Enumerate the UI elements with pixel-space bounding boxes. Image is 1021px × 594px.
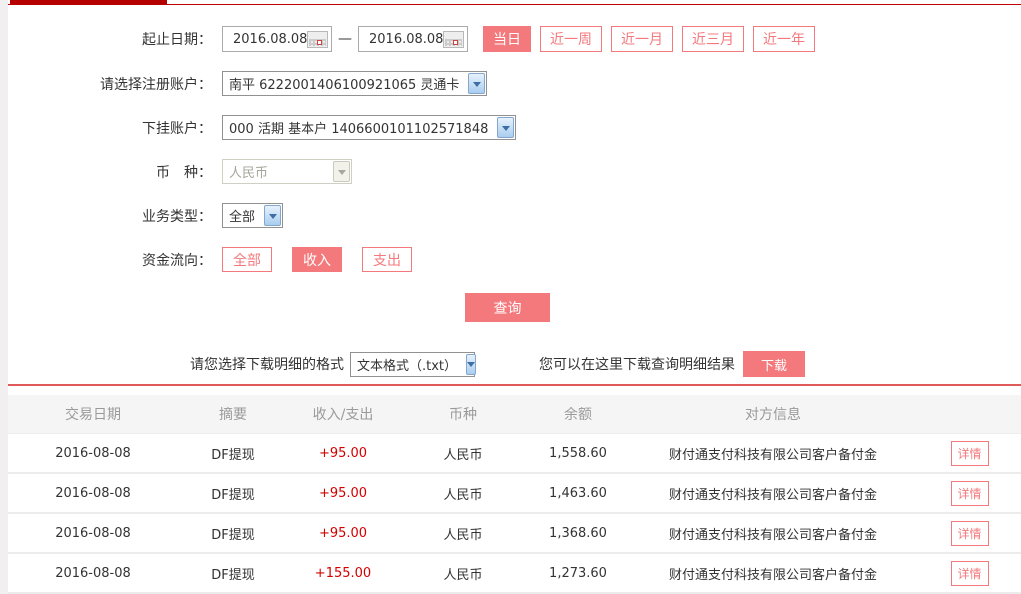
cell-summary: DF提现 [178,524,288,543]
register-account-select[interactable]: 南平 6222001406100921065 灵通卡 [222,71,487,96]
business-type-label: 业务类型： [8,206,212,226]
cell-counterparty: 财付通支付科技有限公司客户备付金 [628,444,918,463]
cell-currency: 人民币 [398,564,528,583]
header-summary: 摘要 [178,404,288,424]
fund-flow-all-button[interactable]: 全部 [222,247,272,272]
business-type-row: 业务类型： 全部 [8,203,1021,228]
chevron-down-icon[interactable] [468,73,485,94]
download-format-value: 文本格式（.txt） [351,355,465,374]
currency-value: 人民币 [223,162,276,181]
query-form: 起止日期： 2016.08.08 — 2016.08.08 [8,0,1021,377]
cell-amount: +95.00 [288,486,398,501]
sub-account-select[interactable]: 000 活期 基本户 1406600101102571848 [222,115,516,140]
header-in-out: 收入/支出 [288,404,398,424]
download-format-label: 请您选择下载明细的格式 [190,354,344,374]
calendar-icon[interactable] [307,31,328,48]
end-date-value: 2016.08.08 [369,32,443,47]
table-row: 2016-08-08 DF提现 +95.00 人民币 1,463.60 财付通支… [8,474,1021,514]
fund-flow-row: 资金流向： 全部 收入 支出 [8,247,1021,272]
fund-flow-label: 资金流向： [8,250,212,270]
header-balance: 余额 [528,404,628,424]
date-range-label: 起止日期： [8,29,212,49]
cell-balance: 1,273.60 [528,566,628,581]
header-date: 交易日期 [8,404,178,424]
currency-label: 币 种： [8,162,212,182]
fund-flow-income-button[interactable]: 收入 [292,247,342,272]
cell-date: 2016-08-08 [8,526,178,541]
table-row: 2016-08-08 DF提现 +95.00 人民币 1,558.60 财付通支… [8,434,1021,474]
header-currency: 币种 [398,404,528,424]
table-row: 2016-08-08 DF提现 +155.00 人民币 1,273.60 财付通… [8,554,1021,594]
download-format-select[interactable]: 文本格式（.txt） [350,352,475,377]
active-tab-indicator [10,0,167,5]
download-hint: 您可以在这里下载查询明细结果 [539,354,735,374]
query-panel: 起止日期： 2016.08.08 — 2016.08.08 [8,0,1021,588]
cell-date: 2016-08-08 [8,566,178,581]
chevron-down-icon[interactable] [466,354,476,375]
calendar-icon[interactable] [443,31,464,48]
chevron-down-icon[interactable] [497,117,514,138]
detail-button[interactable]: 详情 [951,521,989,546]
header-counterparty: 对方信息 [628,404,918,424]
quick-range-year-button[interactable]: 近一年 [753,26,815,52]
download-row: 请您选择下载明细的格式 文本格式（.txt） 您可以在这里下载查询明细结果 下载 [190,351,1021,377]
date-range-row: 起止日期： 2016.08.08 — 2016.08.08 [8,26,1021,52]
fund-flow-expense-button[interactable]: 支出 [362,247,412,272]
query-button[interactable]: 查询 [465,293,550,322]
cell-currency: 人民币 [398,444,528,463]
date-range-separator: — [338,31,352,47]
cell-counterparty: 财付通支付科技有限公司客户备付金 [628,524,918,543]
table-header: 交易日期 摘要 收入/支出 币种 余额 对方信息 [8,395,1021,434]
cell-balance: 1,558.60 [528,446,628,461]
currency-select: 人民币 [222,159,352,184]
detail-button[interactable]: 详情 [951,561,989,586]
sub-account-row: 下挂账户： 000 活期 基本户 1406600101102571848 [8,115,1021,140]
quick-range-today-button[interactable]: 当日 [483,26,531,52]
cell-currency: 人民币 [398,484,528,503]
download-button[interactable]: 下载 [743,351,805,377]
cell-amount: +95.00 [288,446,398,461]
cell-summary: DF提现 [178,484,288,503]
detail-button[interactable]: 详情 [951,441,989,466]
cell-date: 2016-08-08 [8,486,178,501]
business-type-value: 全部 [223,206,263,225]
cell-date: 2016-08-08 [8,446,178,461]
cell-counterparty: 财付通支付科技有限公司客户备付金 [628,564,918,583]
quick-range-month-button[interactable]: 近一月 [611,26,673,52]
register-account-label: 请选择注册账户： [8,74,212,94]
register-account-value: 南平 6222001406100921065 灵通卡 [223,74,467,93]
quick-range-quarter-button[interactable]: 近三月 [682,26,744,52]
chevron-down-icon[interactable] [264,205,281,226]
sub-account-label: 下挂账户： [8,118,212,138]
table-top-divider [8,384,1021,386]
cell-amount: +155.00 [288,566,398,581]
sub-account-value: 000 活期 基本户 1406600101102571848 [223,118,496,137]
currency-row: 币 种： 人民币 [8,159,1021,184]
chevron-down-icon [333,161,350,182]
quick-range-week-button[interactable]: 近一周 [540,26,602,52]
business-type-select[interactable]: 全部 [222,203,283,228]
start-date-value: 2016.08.08 [233,32,307,47]
cell-amount: +95.00 [288,526,398,541]
start-date-input[interactable]: 2016.08.08 [222,26,332,52]
cell-currency: 人民币 [398,524,528,543]
table-row: 2016-08-08 DF提现 +95.00 人民币 1,368.60 财付通支… [8,514,1021,554]
cell-summary: DF提现 [178,444,288,463]
end-date-input[interactable]: 2016.08.08 [358,26,468,52]
cell-counterparty: 财付通支付科技有限公司客户备付金 [628,484,918,503]
register-account-row: 请选择注册账户： 南平 6222001406100921065 灵通卡 [8,71,1021,96]
cell-balance: 1,368.60 [528,526,628,541]
cell-summary: DF提现 [178,564,288,583]
cell-balance: 1,463.60 [528,486,628,501]
detail-button[interactable]: 详情 [951,481,989,506]
